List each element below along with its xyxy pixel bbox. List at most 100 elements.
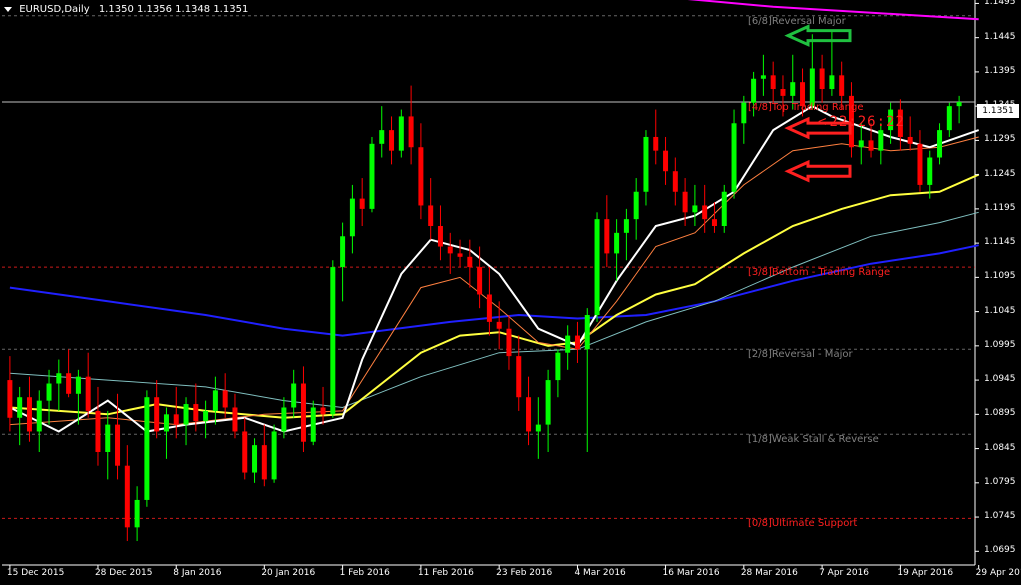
candle-body — [330, 267, 336, 415]
candle-body — [760, 75, 766, 79]
candle-body — [946, 106, 952, 131]
murrey-level-label: [3/8]Bottom - Trading Range — [748, 267, 891, 279]
candle-body — [203, 410, 209, 422]
candle-body — [829, 75, 835, 90]
candle-body — [242, 431, 248, 473]
x-tick-label: 28 Mar 2016 — [740, 568, 798, 578]
y-tick-label: 1.0795 — [984, 476, 1016, 487]
candle-body — [467, 256, 473, 268]
candle-body — [711, 219, 717, 226]
moving-average-line — [9, 244, 979, 337]
y-tick-label: 1.0895 — [984, 408, 1016, 419]
candle-body — [349, 198, 355, 237]
candle-body — [574, 335, 580, 350]
candle-body — [594, 219, 600, 316]
x-tick-label: 28 Dec 2015 — [94, 568, 153, 578]
candle-body — [447, 246, 453, 254]
candle-body — [878, 130, 884, 151]
candle-body — [173, 414, 179, 425]
candle-body — [340, 236, 346, 268]
candle-body — [457, 253, 463, 257]
candle-body — [154, 397, 160, 432]
x-tick-label: 8 Jan 2016 — [173, 568, 222, 578]
x-tick-label: 20 Jan 2016 — [261, 568, 316, 578]
candle-body — [320, 407, 326, 415]
candle-body — [300, 383, 306, 442]
candle-body — [212, 390, 218, 411]
candle-body — [369, 143, 375, 209]
candle-body — [398, 116, 404, 151]
candle-body — [927, 157, 933, 185]
chart-svg — [2, 0, 980, 569]
y-tick-label: 1.0745 — [984, 511, 1016, 522]
candle-body — [36, 400, 42, 432]
symbol-label: EURUSD,Daily — [19, 4, 90, 15]
candle-body — [937, 130, 943, 158]
candle-body — [692, 205, 698, 213]
x-tick-label: 16 Mar 2016 — [662, 568, 720, 578]
candle-body — [66, 373, 72, 394]
y-tick-label: 1.0695 — [984, 545, 1016, 556]
murrey-level-label: [4/8]Top Trading Range — [748, 102, 864, 114]
murrey-level-label: [6/8]Reversal Major — [748, 15, 846, 27]
moving-average-line — [9, 173, 980, 419]
candle-body — [261, 445, 267, 480]
candle-body — [222, 390, 228, 408]
murrey-level-label: [1/8]Weak Stall & Reverse — [748, 434, 879, 446]
candle-body — [790, 82, 796, 96]
candle-body — [486, 294, 492, 322]
candle-body — [907, 136, 913, 144]
timer-text: 22:26:22 — [829, 114, 905, 130]
candle-body — [310, 407, 316, 442]
y-tick-label: 1.1195 — [984, 202, 1016, 213]
candle-body — [672, 171, 678, 192]
candle-body — [418, 147, 424, 206]
candle-body — [183, 404, 189, 425]
candle-body — [134, 499, 140, 528]
candle-body — [193, 404, 199, 422]
candle-body — [751, 78, 757, 103]
candle-body — [506, 328, 512, 357]
candle-body — [437, 226, 443, 247]
candle-body — [428, 205, 434, 226]
chart-header: EURUSD,Daily 1.1350 1.1356 1.1348 1.1351 — [4, 4, 248, 15]
candle-body — [281, 407, 287, 432]
candle-body — [144, 397, 150, 500]
dropdown-triangle-icon[interactable] — [4, 6, 12, 12]
candle-body — [389, 130, 395, 151]
candle-body — [271, 431, 277, 480]
y-tick-label: 1.1495 — [984, 0, 1016, 8]
x-tick-label: 7 Apr 2016 — [819, 568, 870, 578]
x-tick-label: 15 Dec 2015 — [6, 568, 65, 578]
candle-body — [780, 89, 786, 96]
candle-body — [17, 397, 23, 418]
candle-body — [868, 140, 874, 151]
candle-body — [584, 315, 590, 350]
red-arrow-2-icon — [784, 159, 852, 183]
candle-body — [526, 397, 532, 432]
candle-body — [565, 335, 571, 353]
candle-body — [653, 136, 659, 151]
candle-body — [623, 219, 629, 233]
candle-body — [545, 380, 551, 425]
candle-body — [555, 352, 561, 381]
y-tick-label: 1.0945 — [984, 374, 1016, 385]
candle-body — [359, 198, 365, 209]
candle-body — [408, 116, 414, 148]
candle-body — [633, 191, 639, 220]
candle-body — [291, 383, 297, 408]
candle-body — [721, 191, 727, 226]
y-tick-label: 1.0845 — [984, 442, 1016, 453]
candle-body — [731, 123, 737, 192]
y-tick-label: 1.1045 — [984, 305, 1016, 316]
chart-area[interactable]: EURUSD,Daily 1.1350 1.1356 1.1348 1.1351… — [0, 0, 1021, 585]
y-tick-label: 1.1145 — [984, 237, 1016, 248]
candle-body — [535, 424, 541, 432]
candle-body — [604, 219, 610, 254]
moving-average-line — [9, 136, 979, 426]
candle-body — [26, 397, 32, 432]
candle-body — [809, 68, 815, 107]
x-tick-label: 11 Feb 2016 — [417, 568, 474, 578]
ohlc-values: 1.1350 1.1356 1.1348 1.1351 — [98, 4, 249, 15]
candle-body — [770, 75, 776, 90]
